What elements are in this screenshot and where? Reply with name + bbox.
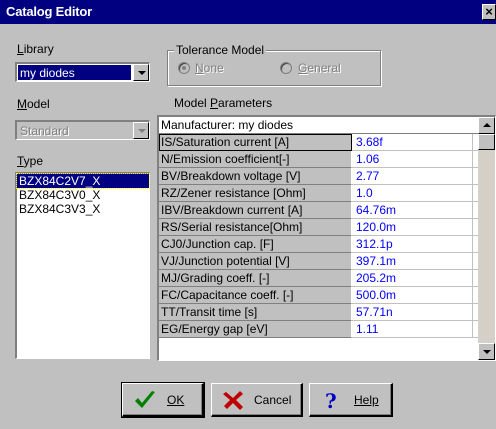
scroll-up-button[interactable] [478,117,495,134]
parameter-name: VJ/Junction potential [V] [159,253,352,270]
parameter-value[interactable]: 3.68f [353,134,473,151]
parameter-row[interactable]: FC/Capacitance coeff. [-] 500.0m [159,287,495,304]
ok-label: OK [167,393,185,407]
parameter-value[interactable]: 1.06 [353,151,473,168]
parameter-row[interactable]: BV/Breakdown voltage [V] 2.77 [159,168,495,185]
library-label: Library [17,42,54,56]
parameter-name: IS/Saturation current [A] [159,134,352,151]
parameter-value[interactable]: 1.11 [353,321,473,338]
cancel-button[interactable]: Cancel [211,383,303,417]
parameter-value[interactable]: 1.0 [353,185,473,202]
parameter-value[interactable]: 64.76m [353,202,473,219]
chevron-down-icon [138,129,146,133]
library-dropdown-button[interactable] [133,64,149,81]
parameter-value[interactable]: 397.1m [353,253,473,270]
window-title: Catalog Editor [6,4,93,19]
arrow-down-icon [483,350,491,354]
parameters-grid[interactable]: Manufacturer: my diodes IS/Saturation cu… [157,115,496,361]
cancel-label: Cancel [254,393,292,407]
parameter-name: N/Emission coefficient[-] [159,151,352,168]
question-icon: ? [325,389,337,411]
parameter-row[interactable]: VJ/Junction potential [V] 397.1m [159,253,495,270]
library-select-value: my diodes [18,65,131,80]
radio-general-label: General [298,61,341,75]
parameter-name: RS/Serial resistance[Ohm] [159,219,352,236]
model-parameters-label: Model Parameters [174,96,273,110]
parameter-value[interactable]: 2.77 [353,168,473,185]
parameter-value[interactable]: 57.71n [353,304,473,321]
type-label: Type [17,154,44,168]
help-button[interactable]: ? Help [309,383,393,417]
radio-none[interactable] [178,62,190,74]
parameter-value[interactable]: 205.2m [353,270,473,287]
tolerance-model-group: Tolerance Model None General [167,43,381,86]
parameter-row[interactable]: RS/Serial resistance[Ohm] 120.0m [159,219,495,236]
chevron-down-icon [138,71,146,75]
tolerance-model-title: Tolerance Model [174,43,267,57]
parameter-row[interactable]: MJ/Grading coeff. [-] 205.2m [159,270,495,287]
parameter-name: BV/Breakdown voltage [V] [159,168,352,185]
parameter-row[interactable]: RZ/Zener resistance [Ohm] 1.0 [159,185,495,202]
scroll-thumb[interactable] [478,134,495,150]
parameters-scrollbar[interactable] [478,117,495,360]
parameter-value[interactable]: 120.0m [353,219,473,236]
parameter-row[interactable]: IS/Saturation current [A] 3.68f [159,134,495,151]
model-select[interactable]: Standard [15,120,150,140]
parameter-value[interactable]: 500.0m [353,287,473,304]
parameter-row[interactable]: IBV/Breakdown current [A] 64.76m [159,202,495,219]
parameter-name: TT/Transit time [s] [159,304,352,321]
ok-button[interactable]: OK [121,382,205,418]
model-select-value: Standard [20,124,69,138]
type-list-item[interactable]: BZX84C3V3_X [17,202,149,216]
parameter-row[interactable]: CJ0/Junction cap. [F] 312.1p [159,236,495,253]
parameter-name: EG/Energy gap [eV] [159,321,352,338]
arrow-up-icon [483,123,491,127]
help-label: Help [354,393,379,407]
library-label-text: ibrary [23,42,54,56]
radio-general[interactable] [280,62,292,74]
parameter-value[interactable]: 312.1p [353,236,473,253]
library-select[interactable]: my diodes [15,62,150,82]
parameter-name: CJ0/Junction cap. [F] [159,236,352,253]
manufacturer-header: Manufacturer: my diodes [159,117,495,134]
parameter-row[interactable]: TT/Transit time [s] 57.71n [159,304,495,321]
model-dropdown-button[interactable] [133,122,149,139]
parameter-name: RZ/Zener resistance [Ohm] [159,185,352,202]
type-list-item[interactable]: BZX84C3V0_X [17,188,149,202]
x-icon [223,391,243,410]
type-list[interactable]: BZX84C2V7_X BZX84C3V0_X BZX84C3V3_X [15,172,150,359]
parameter-row[interactable]: N/Emission coefficient[-] 1.06 [159,151,495,168]
close-button[interactable]: × [482,4,496,20]
parameter-name: FC/Capacitance coeff. [-] [159,287,352,304]
model-label: Model [17,97,50,111]
close-icon: × [485,4,493,19]
svg-text:?: ? [325,389,337,411]
checkmark-icon [135,391,155,408]
title-bar: Catalog Editor × [0,0,496,24]
radio-none-label: None [195,61,224,75]
parameter-name: IBV/Breakdown current [A] [159,202,352,219]
type-list-item[interactable]: BZX84C2V7_X [16,173,150,189]
parameter-row[interactable]: EG/Energy gap [eV] 1.11 [159,321,495,338]
scroll-down-button[interactable] [478,343,495,360]
parameter-name: MJ/Grading coeff. [-] [159,270,352,287]
